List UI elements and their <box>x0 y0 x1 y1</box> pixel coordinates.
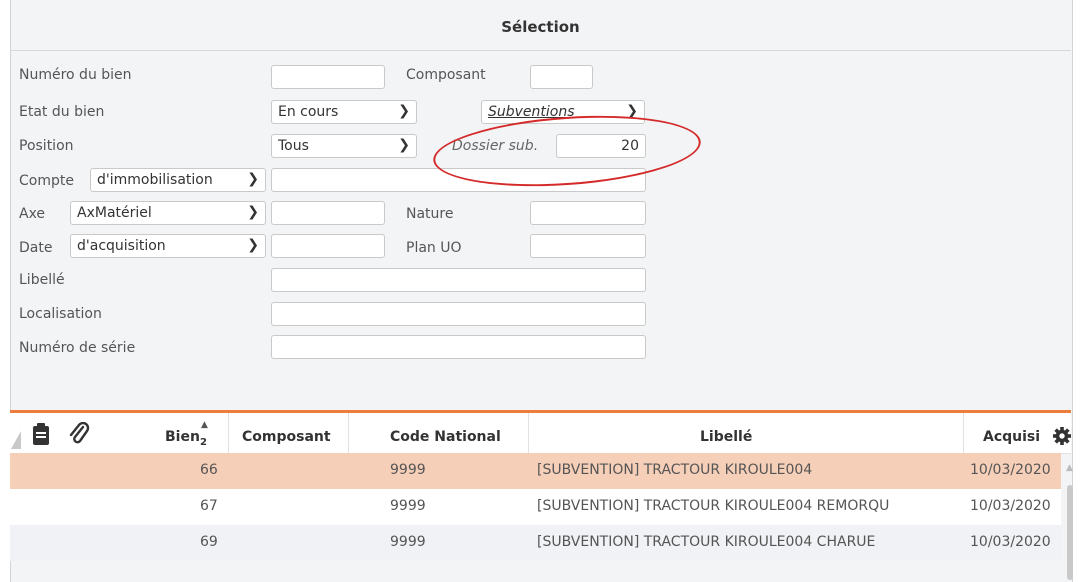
compte-label: Compte <box>19 173 74 189</box>
axe-select[interactable]: AxMatériel ❯ <box>70 201 266 225</box>
section-title: Sélection <box>501 18 580 36</box>
cell-bien: 67 <box>200 498 218 514</box>
column-header-code-national[interactable]: Code National <box>390 429 501 445</box>
chevron-down-icon: ❯ <box>247 204 259 220</box>
cell-code-national: 9999 <box>390 462 426 478</box>
cell-acquisition: 10/03/2020 <box>970 498 1051 514</box>
compte-type-value: d'immobilisation <box>97 172 213 188</box>
date-label: Date <box>19 240 53 256</box>
cell-code-national: 9999 <box>390 534 426 550</box>
table-row[interactable]: 67 9999 [SUBVENTION] TRACTOUR KIROULE004… <box>10 489 1061 525</box>
localisation-label: Localisation <box>19 306 102 322</box>
axe-value: AxMatériel <box>77 205 152 221</box>
numero-serie-label: Numéro de série <box>19 340 136 356</box>
cell-bien: 69 <box>200 534 218 550</box>
etat-bien-value: En cours <box>278 104 339 120</box>
cell-acquisition: 10/03/2020 <box>970 534 1051 550</box>
resize-handle-icon[interactable] <box>11 431 21 449</box>
numero-bien-input[interactable] <box>271 65 385 89</box>
cell-bien: 66 <box>200 462 218 478</box>
plan-uo-label: Plan UO <box>406 240 462 256</box>
gear-icon[interactable] <box>1053 427 1071 445</box>
numero-bien-label: Numéro du bien <box>19 67 132 83</box>
cell-acquisition: 10/03/2020 <box>970 462 1051 478</box>
date-type-select[interactable]: d'acquisition ❯ <box>70 234 266 258</box>
composant-label: Composant <box>406 67 486 83</box>
scroll-up-icon[interactable]: ▲ <box>1066 463 1073 473</box>
cell-libelle: [SUBVENTION] TRACTOUR KIROULE004 <box>537 462 813 478</box>
column-divider <box>348 413 349 453</box>
position-value: Tous <box>278 138 309 154</box>
etat-bien-label: Etat du bien <box>19 104 105 120</box>
axe-label: Axe <box>19 206 46 222</box>
scrollbar[interactable] <box>1067 485 1073 580</box>
sort-arrow-icon: ▲ <box>201 420 208 430</box>
libelle-label: Libellé <box>19 272 65 288</box>
numero-serie-input[interactable] <box>271 335 646 359</box>
paperclip-icon[interactable] <box>68 422 90 446</box>
etat-bien-select[interactable]: En cours ❯ <box>271 100 417 124</box>
table-header: Bien2 ▲ Composant Code National Libellé … <box>10 413 1071 454</box>
divider <box>10 50 1071 51</box>
column-header-composant[interactable]: Composant <box>242 429 331 445</box>
nature-input[interactable] <box>530 201 646 225</box>
cell-libelle: [SUBVENTION] TRACTOUR KIROULE004 CHARUE <box>537 534 876 550</box>
cell-code-national: 9999 <box>390 498 426 514</box>
chevron-down-icon: ❯ <box>398 103 410 119</box>
axe-input[interactable] <box>271 201 385 225</box>
libelle-input[interactable] <box>271 268 646 292</box>
column-header-libelle[interactable]: Libellé <box>700 429 752 445</box>
compte-type-select[interactable]: d'immobilisation ❯ <box>90 168 266 192</box>
column-divider <box>528 413 529 453</box>
chevron-down-icon: ❯ <box>247 237 259 253</box>
date-input[interactable] <box>271 234 385 258</box>
nature-label: Nature <box>406 206 454 222</box>
chevron-down-icon: ❯ <box>398 137 410 153</box>
position-select[interactable]: Tous ❯ <box>271 134 417 158</box>
column-divider <box>228 413 229 453</box>
cell-libelle: [SUBVENTION] TRACTOUR KIROULE004 REMORQU <box>537 498 890 514</box>
column-header-acquisition[interactable]: Acquisi <box>983 429 1040 445</box>
column-header-bien[interactable]: Bien2 <box>165 429 207 448</box>
chevron-down-icon: ❯ <box>247 171 259 187</box>
table-row[interactable]: 69 9999 [SUBVENTION] TRACTOUR KIROULE004… <box>10 525 1061 561</box>
position-label: Position <box>19 138 74 154</box>
date-type-value: d'acquisition <box>77 238 166 254</box>
column-divider <box>963 413 964 453</box>
table-row[interactable]: 66 9999 [SUBVENTION] TRACTOUR KIROULE004… <box>10 453 1061 489</box>
composant-input[interactable] <box>530 65 593 89</box>
clipboard-icon[interactable] <box>32 423 50 445</box>
localisation-input[interactable] <box>271 302 646 326</box>
plan-uo-input[interactable] <box>530 234 646 258</box>
